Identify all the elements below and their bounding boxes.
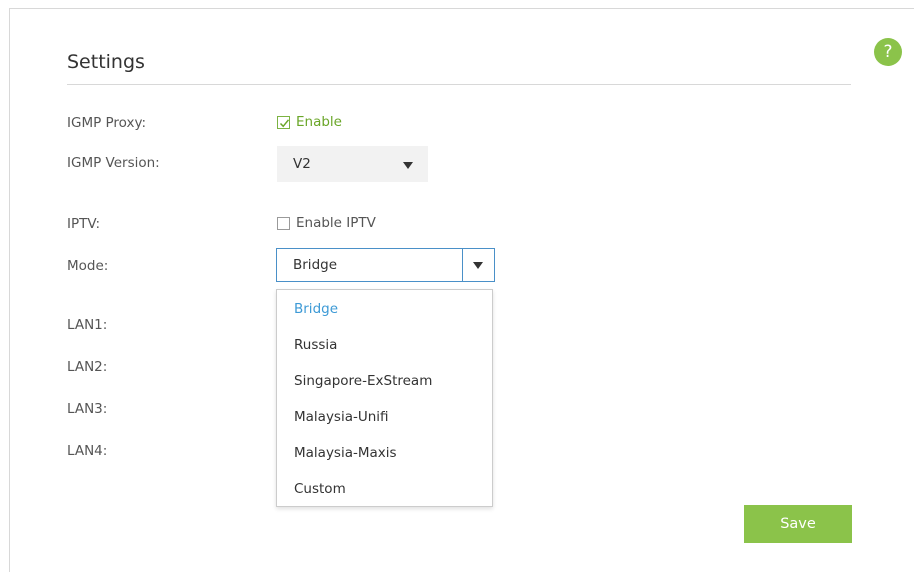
igmp-version-value: V2 xyxy=(293,156,311,172)
settings-panel: ? Settings IGMP Proxy: Enable IGMP Versi… xyxy=(0,0,914,572)
mode-option-malaysia-unifi[interactable]: Malaysia-Unifi xyxy=(294,409,389,425)
igmp-version-label: IGMP Version: xyxy=(67,155,160,171)
mode-option-malaysia-maxis[interactable]: Malaysia-Maxis xyxy=(294,445,397,461)
section-divider xyxy=(67,84,851,85)
panel-border-left xyxy=(9,8,10,572)
igmp-proxy-label: IGMP Proxy: xyxy=(67,115,147,131)
chevron-down-icon xyxy=(403,162,413,169)
igmp-proxy-checkbox[interactable] xyxy=(277,116,290,129)
panel-border-top xyxy=(9,8,914,9)
lan1-label: LAN1: xyxy=(67,317,108,333)
check-icon xyxy=(279,119,290,128)
mode-option-custom[interactable]: Custom xyxy=(294,481,346,497)
mode-label: Mode: xyxy=(67,258,109,274)
iptv-label: IPTV: xyxy=(67,216,101,232)
lan3-label: LAN3: xyxy=(67,401,108,417)
enable-iptv-label[interactable]: Enable IPTV xyxy=(296,215,376,231)
help-icon[interactable]: ? xyxy=(874,38,902,66)
mode-dropdown-list: Bridge Russia Singapore-ExStream Malaysi… xyxy=(276,289,493,507)
mode-option-russia[interactable]: Russia xyxy=(294,337,337,353)
save-button[interactable]: Save xyxy=(744,505,852,543)
chevron-down-icon xyxy=(473,262,483,269)
mode-select[interactable]: Bridge xyxy=(276,248,495,282)
mode-dropdown-toggle[interactable] xyxy=(462,249,494,281)
iptv-checkbox[interactable] xyxy=(277,217,290,230)
igmp-proxy-enable-label[interactable]: Enable xyxy=(296,114,342,130)
mode-option-singapore-exstream[interactable]: Singapore-ExStream xyxy=(294,373,432,389)
lan2-label: LAN2: xyxy=(67,359,108,375)
igmp-version-select[interactable]: V2 xyxy=(277,146,428,182)
section-title: Settings xyxy=(67,51,145,73)
mode-option-bridge[interactable]: Bridge xyxy=(294,301,338,317)
lan4-label: LAN4: xyxy=(67,443,108,459)
mode-value: Bridge xyxy=(293,257,338,273)
